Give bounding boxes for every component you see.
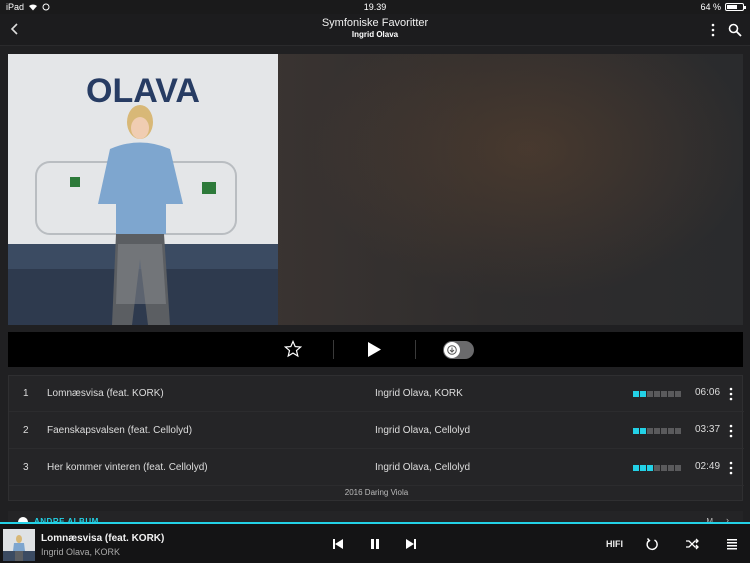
track-number: 3	[23, 462, 29, 473]
status-time: 19.39	[363, 2, 387, 12]
pause-icon[interactable]	[368, 537, 382, 551]
popularity-bar	[654, 391, 660, 397]
track-number: 2	[23, 425, 29, 436]
track-list: 1 Lomnæsvisa (feat. KORK) Ingrid Olava, KO…	[8, 375, 744, 501]
page-subtitle: Ingrid Olava	[351, 30, 399, 39]
popularity-bar	[640, 428, 646, 434]
track-more-icon[interactable]	[729, 424, 733, 438]
track-duration: 03:37	[695, 424, 721, 435]
track-title[interactable]: Her kommer vinteren (feat. Cellolyd)	[47, 462, 208, 473]
track-artist[interactable]: Ingrid Olava, KORK	[375, 388, 463, 399]
popularity-bar	[675, 465, 681, 471]
track-more-icon[interactable]	[729, 387, 733, 401]
popularity-bar	[633, 391, 639, 397]
sync-icon	[42, 3, 50, 11]
album-hero: OLAVA	[8, 54, 743, 325]
popularity-bar	[633, 465, 639, 471]
divider	[333, 340, 334, 359]
popularity-bar	[633, 428, 639, 434]
track-title[interactable]: Faenskapsvalsen (feat. Cellolyd)	[47, 425, 192, 436]
popularity-bar	[668, 465, 674, 471]
track-number: 1	[23, 388, 29, 399]
popularity-bar	[647, 465, 653, 471]
top-header: Symfoniske Favoritter Ingrid Olava	[0, 14, 750, 46]
battery-icon	[725, 3, 746, 11]
popularity-bar	[675, 391, 681, 397]
previous-track-icon[interactable]	[331, 537, 345, 551]
popularity-bar	[647, 391, 653, 397]
more-vertical-icon[interactable]	[710, 23, 716, 37]
app-window: iPad 19.39 64 % Symfoniske Favoritter In…	[0, 0, 750, 563]
status-bar: iPad 19.39 64 %	[0, 0, 750, 14]
download-arrow-icon	[447, 345, 457, 355]
track-title[interactable]: Lomnæsvisa (feat. KORK)	[47, 388, 164, 399]
popularity-bar	[640, 391, 646, 397]
popularity-bar	[654, 465, 660, 471]
quality-badge[interactable]: HIFI	[606, 539, 623, 549]
page-title: Symfoniske Favoritter	[321, 17, 429, 29]
album-action-bar	[8, 332, 743, 367]
wifi-icon	[29, 4, 38, 11]
track-row[interactable]: 3 Her kommer vinteren (feat. Cellolyd) Ing…	[9, 450, 744, 486]
play-icon[interactable]	[366, 341, 382, 358]
album-cover: OLAVA	[8, 54, 278, 325]
battery-percent: 64 %	[700, 2, 721, 12]
track-duration: 06:06	[695, 387, 721, 398]
track-row[interactable]: 2 Faenskapsvalsen (feat. Cellolyd) Ingrid …	[9, 413, 744, 449]
track-duration: 02:49	[695, 461, 721, 472]
next-track-icon[interactable]	[404, 537, 418, 551]
offline-download-toggle[interactable]	[443, 341, 474, 359]
popularity-indicator	[633, 391, 681, 397]
popularity-bar	[640, 465, 646, 471]
popularity-indicator	[633, 428, 681, 434]
device-name: iPad	[6, 2, 25, 12]
search-icon[interactable]	[728, 23, 742, 37]
popularity-bar	[654, 428, 660, 434]
cover-banner: OLAVA	[86, 72, 200, 110]
popularity-bar	[647, 428, 653, 434]
popularity-bar	[675, 428, 681, 434]
popularity-bar	[661, 428, 667, 434]
popularity-indicator	[633, 465, 681, 471]
divider	[415, 340, 416, 359]
now-playing-thumbnail[interactable]	[3, 529, 35, 561]
album-release-note: 2016 Daring Viola	[344, 488, 409, 497]
favorite-star-icon[interactable]	[284, 340, 302, 358]
track-artist[interactable]: Ingrid Olava, Cellolyd	[375, 425, 470, 436]
track-artist[interactable]: Ingrid Olava, Cellolyd	[375, 462, 470, 473]
repeat-icon[interactable]	[645, 537, 659, 551]
popularity-bar	[661, 391, 667, 397]
popularity-bar	[668, 391, 674, 397]
popularity-bar	[668, 428, 674, 434]
track-more-icon[interactable]	[729, 461, 733, 475]
popularity-bar	[661, 465, 667, 471]
now-playing-artist[interactable]: Ingrid Olava, KORK	[41, 547, 120, 557]
queue-list-icon[interactable]	[725, 537, 739, 551]
mini-player: Lomnæsvisa (feat. KORK) Ingrid Olava, KO…	[0, 522, 750, 563]
shuffle-icon[interactable]	[685, 537, 699, 551]
now-playing-title[interactable]: Lomnæsvisa (feat. KORK)	[41, 533, 164, 544]
track-row[interactable]: 1 Lomnæsvisa (feat. KORK) Ingrid Olava, KO…	[9, 376, 744, 412]
